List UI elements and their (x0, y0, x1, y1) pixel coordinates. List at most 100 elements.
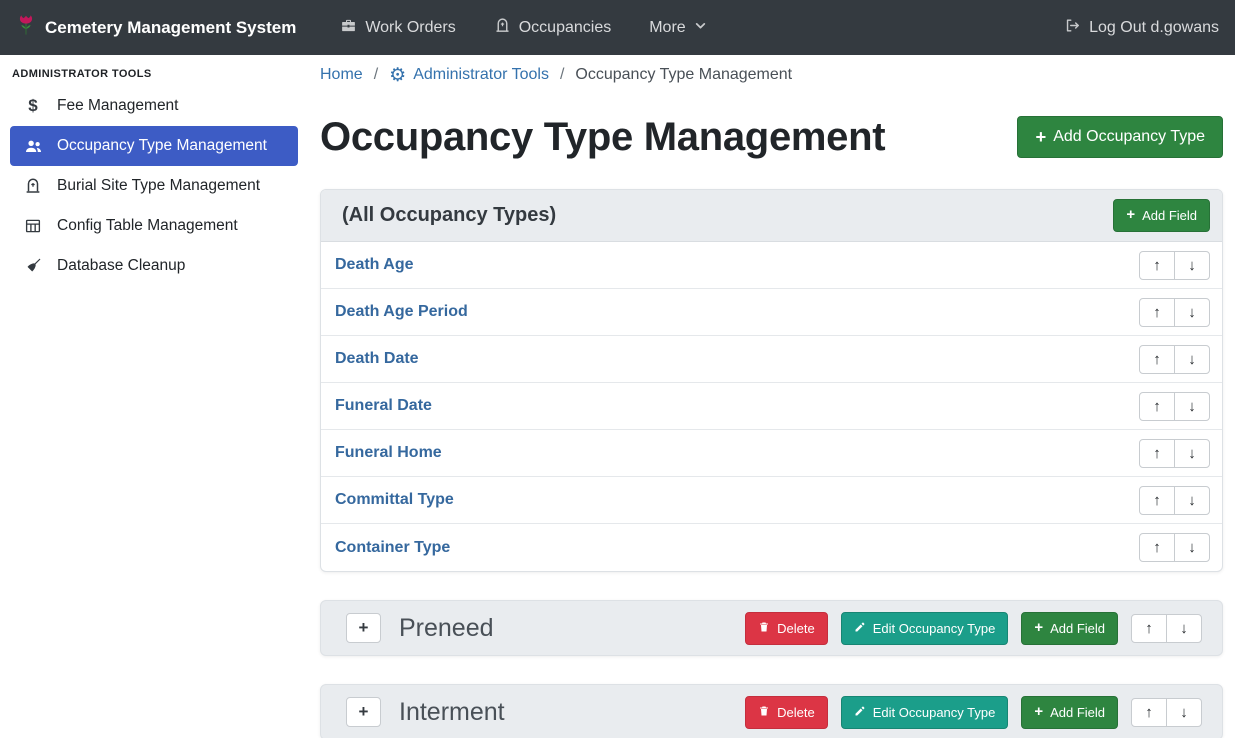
reorder-group: ↑ ↓ (1139, 439, 1210, 468)
broom-icon (22, 257, 44, 275)
move-down-button[interactable]: ↓ (1174, 392, 1210, 421)
reorder-group: ↑ ↓ (1139, 392, 1210, 421)
section-actions: Delete Edit Occupancy Type + Add Field ↑ (745, 612, 1202, 645)
nav-more[interactable]: More (649, 19, 706, 37)
sidebar-heading: ADMINISTRATOR TOOLS (0, 68, 308, 80)
move-down-button[interactable]: ↓ (1174, 345, 1210, 374)
plus-icon: + (1034, 621, 1043, 636)
move-up-button[interactable]: ↑ (1139, 345, 1175, 374)
all-occupancy-types-card: (All Occupancy Types) + Add Field Death … (320, 189, 1223, 572)
reorder-group: ↑ ↓ (1139, 345, 1210, 374)
move-down-button[interactable]: ↓ (1166, 614, 1202, 643)
reorder-group: ↑ ↓ (1131, 698, 1202, 727)
move-down-button[interactable]: ↓ (1174, 251, 1210, 280)
move-up-button[interactable]: ↑ (1131, 698, 1167, 727)
move-up-button[interactable]: ↑ (1139, 251, 1175, 280)
plus-icon: + (1035, 128, 1046, 146)
breadcrumb-home-link[interactable]: Home (320, 63, 363, 87)
field-row: Death Age ↑ ↓ (321, 242, 1222, 289)
sidebar-item-database-cleanup[interactable]: Database Cleanup (10, 246, 298, 286)
reorder-group: ↑ ↓ (1139, 533, 1210, 562)
field-link-committal-type[interactable]: Committal Type (335, 491, 454, 509)
title-row: Occupancy Type Management + Add Occupanc… (320, 109, 1223, 165)
sidebar-item-label: Burial Site Type Management (57, 177, 260, 195)
all-occupancy-types-header: (All Occupancy Types) + Add Field (321, 190, 1222, 242)
field-row: Funeral Date ↑ ↓ (321, 383, 1222, 430)
field-link-funeral-date[interactable]: Funeral Date (335, 397, 432, 415)
plus-icon: + (1126, 208, 1135, 223)
section-title: Interment (399, 698, 505, 727)
move-up-button[interactable]: ↑ (1139, 439, 1175, 468)
section-interment: + Interment Delete (320, 684, 1223, 738)
field-link-death-date[interactable]: Death Date (335, 350, 419, 368)
nav-occupancies[interactable]: Occupancies (494, 17, 612, 39)
move-down-button[interactable]: ↓ (1166, 698, 1202, 727)
sidebar-item-label: Config Table Management (57, 217, 238, 235)
field-link-container-type[interactable]: Container Type (335, 539, 450, 557)
expand-button[interactable]: + (346, 613, 381, 643)
pencil-icon (854, 705, 866, 720)
move-up-button[interactable]: ↑ (1131, 614, 1167, 643)
delete-button[interactable]: Delete (745, 612, 828, 645)
move-up-button[interactable]: ↑ (1139, 533, 1175, 562)
sidebar-item-burial-site-type-management[interactable]: Burial Site Type Management (10, 166, 298, 206)
move-up-button[interactable]: ↑ (1139, 486, 1175, 515)
add-occupancy-type-button[interactable]: + Add Occupancy Type (1017, 116, 1223, 158)
move-down-button[interactable]: ↓ (1174, 486, 1210, 515)
app-brand-label: Cemetery Management System (45, 18, 296, 38)
field-link-death-age-period[interactable]: Death Age Period (335, 303, 468, 321)
edit-occupancy-type-button[interactable]: Edit Occupancy Type (841, 696, 1009, 729)
top-navbar: Cemetery Management System Work Orders O… (0, 0, 1235, 55)
section-preneed: + Preneed Delete (320, 600, 1223, 656)
chevron-down-icon (694, 19, 707, 37)
breadcrumb-admin-tools-link[interactable]: ⚙ Administrator Tools (389, 63, 549, 87)
tombstone-icon (494, 17, 511, 39)
card-title: (All Occupancy Types) (342, 204, 556, 227)
sidebar-item-config-table-management[interactable]: Config Table Management (10, 206, 298, 246)
expand-button[interactable]: + (346, 697, 381, 727)
sidebar-item-fee-management[interactable]: $ Fee Management (10, 86, 298, 126)
sidebar: ADMINISTRATOR TOOLS $ Fee Management Occ… (0, 55, 308, 738)
move-down-button[interactable]: ↓ (1174, 298, 1210, 327)
delete-button[interactable]: Delete (745, 696, 828, 729)
tulip-logo-icon (16, 13, 36, 42)
app-brand-link[interactable]: Cemetery Management System (16, 13, 296, 42)
reorder-group: ↑ ↓ (1139, 251, 1210, 280)
add-field-button[interactable]: + Add Field (1113, 199, 1210, 232)
nav-work-orders[interactable]: Work Orders (340, 17, 455, 39)
breadcrumb-current: Occupancy Type Management (575, 63, 792, 87)
field-row: Committal Type ↑ ↓ (321, 477, 1222, 524)
sidebar-item-label: Database Cleanup (57, 257, 185, 275)
breadcrumb-separator: / (560, 63, 564, 87)
nav-more-label: More (649, 19, 685, 37)
main-content: Home / ⚙ Administrator Tools / Occupancy… (308, 55, 1235, 738)
nav-occupancies-label: Occupancies (519, 19, 612, 37)
pencil-icon (854, 621, 866, 636)
page-title: Occupancy Type Management (320, 109, 885, 165)
reorder-group: ↑ ↓ (1139, 486, 1210, 515)
sidebar-item-label: Fee Management (57, 97, 179, 115)
tombstone-icon (22, 177, 44, 195)
field-row: Death Age Period ↑ ↓ (321, 289, 1222, 336)
edit-occupancy-type-button[interactable]: Edit Occupancy Type (841, 612, 1009, 645)
trash-icon (758, 705, 770, 720)
section-actions: Delete Edit Occupancy Type + Add Field ↑ (745, 696, 1202, 729)
field-link-funeral-home[interactable]: Funeral Home (335, 444, 442, 462)
nav-work-orders-label: Work Orders (365, 19, 455, 37)
reorder-group: ↑ ↓ (1131, 614, 1202, 643)
field-link-death-age[interactable]: Death Age (335, 256, 414, 274)
move-up-button[interactable]: ↑ (1139, 298, 1175, 327)
field-row: Funeral Home ↑ ↓ (321, 430, 1222, 477)
add-field-button[interactable]: + Add Field (1021, 612, 1118, 645)
table-icon (22, 217, 44, 235)
move-down-button[interactable]: ↓ (1174, 533, 1210, 562)
move-up-button[interactable]: ↑ (1139, 392, 1175, 421)
move-down-button[interactable]: ↓ (1174, 439, 1210, 468)
sidebar-item-occupancy-type-management[interactable]: Occupancy Type Management (10, 126, 298, 166)
dollar-icon: $ (22, 96, 44, 116)
trash-icon (758, 621, 770, 636)
logout-link[interactable]: Log Out d.gowans (1064, 17, 1219, 39)
field-row: Container Type ↑ ↓ (321, 524, 1222, 571)
add-field-button[interactable]: + Add Field (1021, 696, 1118, 729)
sign-out-icon (1064, 17, 1081, 39)
